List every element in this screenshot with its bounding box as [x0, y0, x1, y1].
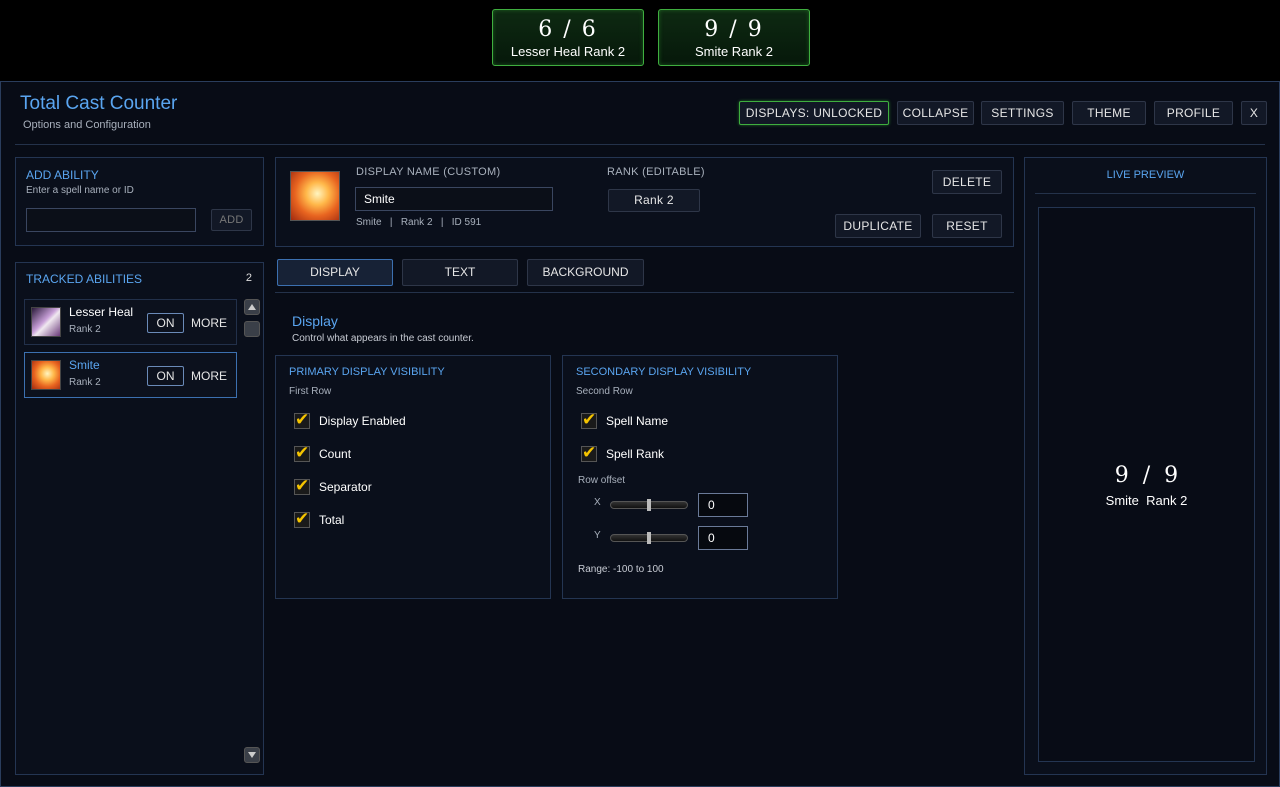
live-preview-panel: LIVE PREVIEW 9 / 9 Smite Rank 2 [1024, 157, 1267, 775]
profile-button[interactable]: PROFILE [1154, 101, 1233, 125]
checkbox-label: Spell Name [606, 414, 669, 428]
reset-button[interactable]: RESET [932, 214, 1002, 238]
counter-lesser-heal[interactable]: 6 / 6 Lesser Heal Rank 2 [492, 9, 644, 66]
checkbox-total[interactable]: Total [294, 509, 345, 529]
window-subtitle: Options and Configuration [23, 119, 151, 131]
theme-button[interactable]: THEME [1072, 101, 1146, 125]
slider-handle[interactable] [647, 499, 651, 511]
settings-button[interactable]: SETTINGS [981, 101, 1064, 125]
tab-display[interactable]: DISPLAY [277, 259, 393, 286]
tracked-count: 2 [245, 272, 252, 284]
y-label: Y [594, 530, 601, 541]
secondary-sub: Second Row [576, 386, 633, 397]
ability-rank: Rank 2 [69, 377, 101, 388]
checkbox-count[interactable]: Count [294, 443, 352, 463]
add-ability-panel: ADD ABILITY Enter a spell name or ID ADD [15, 157, 264, 246]
more-button[interactable]: MORE [191, 366, 227, 386]
tab-background[interactable]: BACKGROUND [527, 259, 644, 286]
row-offset-label: Row offset [578, 475, 626, 486]
ability-name: Smite [69, 358, 100, 372]
range-hint: Range: -100 to 100 [578, 564, 664, 575]
section-title: Display [292, 313, 338, 329]
secondary-title: SECONDARY DISPLAY VISIBILITY [576, 366, 752, 378]
header-divider [15, 144, 1265, 145]
counter-count: 6 / 6 [538, 17, 598, 42]
window-title: Total Cast Counter [20, 93, 178, 114]
checkbox-icon[interactable] [294, 476, 310, 496]
scroll-down-icon[interactable] [244, 747, 260, 763]
y-offset-slider[interactable] [610, 532, 688, 544]
list-item-smite[interactable]: Smite Rank 2 ON MORE [24, 352, 237, 398]
display-name-input[interactable]: Smite [355, 187, 553, 211]
checkbox-icon[interactable] [581, 443, 597, 463]
checkbox-label: Separator [319, 480, 372, 494]
ability-rank: Rank 2 [69, 324, 101, 335]
checkbox-icon[interactable] [294, 410, 310, 430]
add-ability-title: ADD ABILITY [26, 168, 99, 182]
preview-canvas: 9 / 9 Smite Rank 2 [1038, 207, 1255, 762]
counter-count: 9 / 9 [704, 17, 764, 42]
more-button[interactable]: MORE [191, 313, 227, 333]
checkbox-icon[interactable] [294, 509, 310, 529]
options-window: Total Cast Counter Options and Configura… [0, 81, 1280, 787]
smite-icon [290, 171, 340, 221]
primary-sub: First Row [289, 386, 332, 397]
rank-label: RANK (EDITABLE) [607, 166, 705, 178]
tracked-abilities-panel: TRACKED ABILITIES 2 Lesser Heal Rank 2 O… [15, 262, 264, 775]
checkbox-icon[interactable] [294, 443, 310, 463]
ability-editor-panel: DISPLAY NAME (CUSTOM) Smite Smite | Rank… [275, 157, 1014, 247]
toggle-on-button[interactable]: ON [147, 313, 184, 333]
preview-count: 9 / 9 [1114, 463, 1179, 488]
collapse-button[interactable]: COLLAPSE [897, 101, 974, 125]
secondary-visibility-panel: SECONDARY DISPLAY VISIBILITY Second Row … [562, 355, 838, 599]
preview-divider [1035, 193, 1256, 194]
checkbox-label: Display Enabled [319, 414, 406, 428]
duplicate-button[interactable]: DUPLICATE [835, 214, 921, 238]
checkbox-spell-rank[interactable]: Spell Rank [581, 443, 665, 463]
checkbox-display-enabled[interactable]: Display Enabled [294, 410, 406, 430]
tabs-divider [275, 292, 1014, 293]
counter-label: Smite Rank 2 [694, 44, 774, 59]
lesser-heal-icon [31, 307, 61, 337]
scroll-up-icon[interactable] [244, 299, 260, 315]
close-button[interactable]: X [1241, 101, 1267, 125]
preview-title: LIVE PREVIEW [1106, 169, 1185, 181]
list-item-lesser-heal[interactable]: Lesser Heal Rank 2 ON MORE [24, 299, 237, 345]
checkbox-icon[interactable] [581, 410, 597, 430]
checkbox-label: Count [319, 447, 352, 461]
x-offset-slider[interactable] [610, 499, 688, 511]
tab-text[interactable]: TEXT [402, 259, 518, 286]
tracked-title: TRACKED ABILITIES [26, 272, 143, 286]
counter-smite[interactable]: 9 / 9 Smite Rank 2 [658, 9, 810, 66]
ability-name: Lesser Heal [69, 305, 134, 319]
toggle-on-button[interactable]: ON [147, 366, 184, 386]
checkbox-label: Total [319, 513, 345, 527]
x-label: X [594, 497, 601, 508]
smite-icon [31, 360, 61, 390]
delete-button[interactable]: DELETE [932, 170, 1002, 194]
y-offset-input[interactable]: 0 [698, 526, 748, 550]
display-name-label: DISPLAY NAME (CUSTOM) [356, 166, 501, 178]
slider-handle[interactable] [647, 532, 651, 544]
preview-label: Smite Rank 2 [1105, 493, 1188, 508]
primary-title: PRIMARY DISPLAY VISIBILITY [289, 366, 445, 378]
add-ability-hint: Enter a spell name or ID [26, 185, 134, 196]
rank-input[interactable]: Rank 2 [608, 189, 700, 212]
primary-visibility-panel: PRIMARY DISPLAY VISIBILITY First Row Dis… [275, 355, 551, 599]
section-desc: Control what appears in the cast counter… [292, 333, 474, 344]
spell-input[interactable] [26, 208, 196, 232]
scrollbar-thumb[interactable] [244, 321, 260, 337]
displays-lock-button[interactable]: DISPLAYS: UNLOCKED [739, 101, 889, 125]
checkbox-label: Spell Rank [606, 447, 665, 461]
checkbox-separator[interactable]: Separator [294, 476, 372, 496]
counter-label: Lesser Heal Rank 2 [510, 44, 626, 59]
checkbox-spell-name[interactable]: Spell Name [581, 410, 669, 430]
ability-meta: Smite | Rank 2 | ID 591 [356, 217, 482, 228]
add-button[interactable]: ADD [211, 209, 252, 231]
x-offset-input[interactable]: 0 [698, 493, 748, 517]
